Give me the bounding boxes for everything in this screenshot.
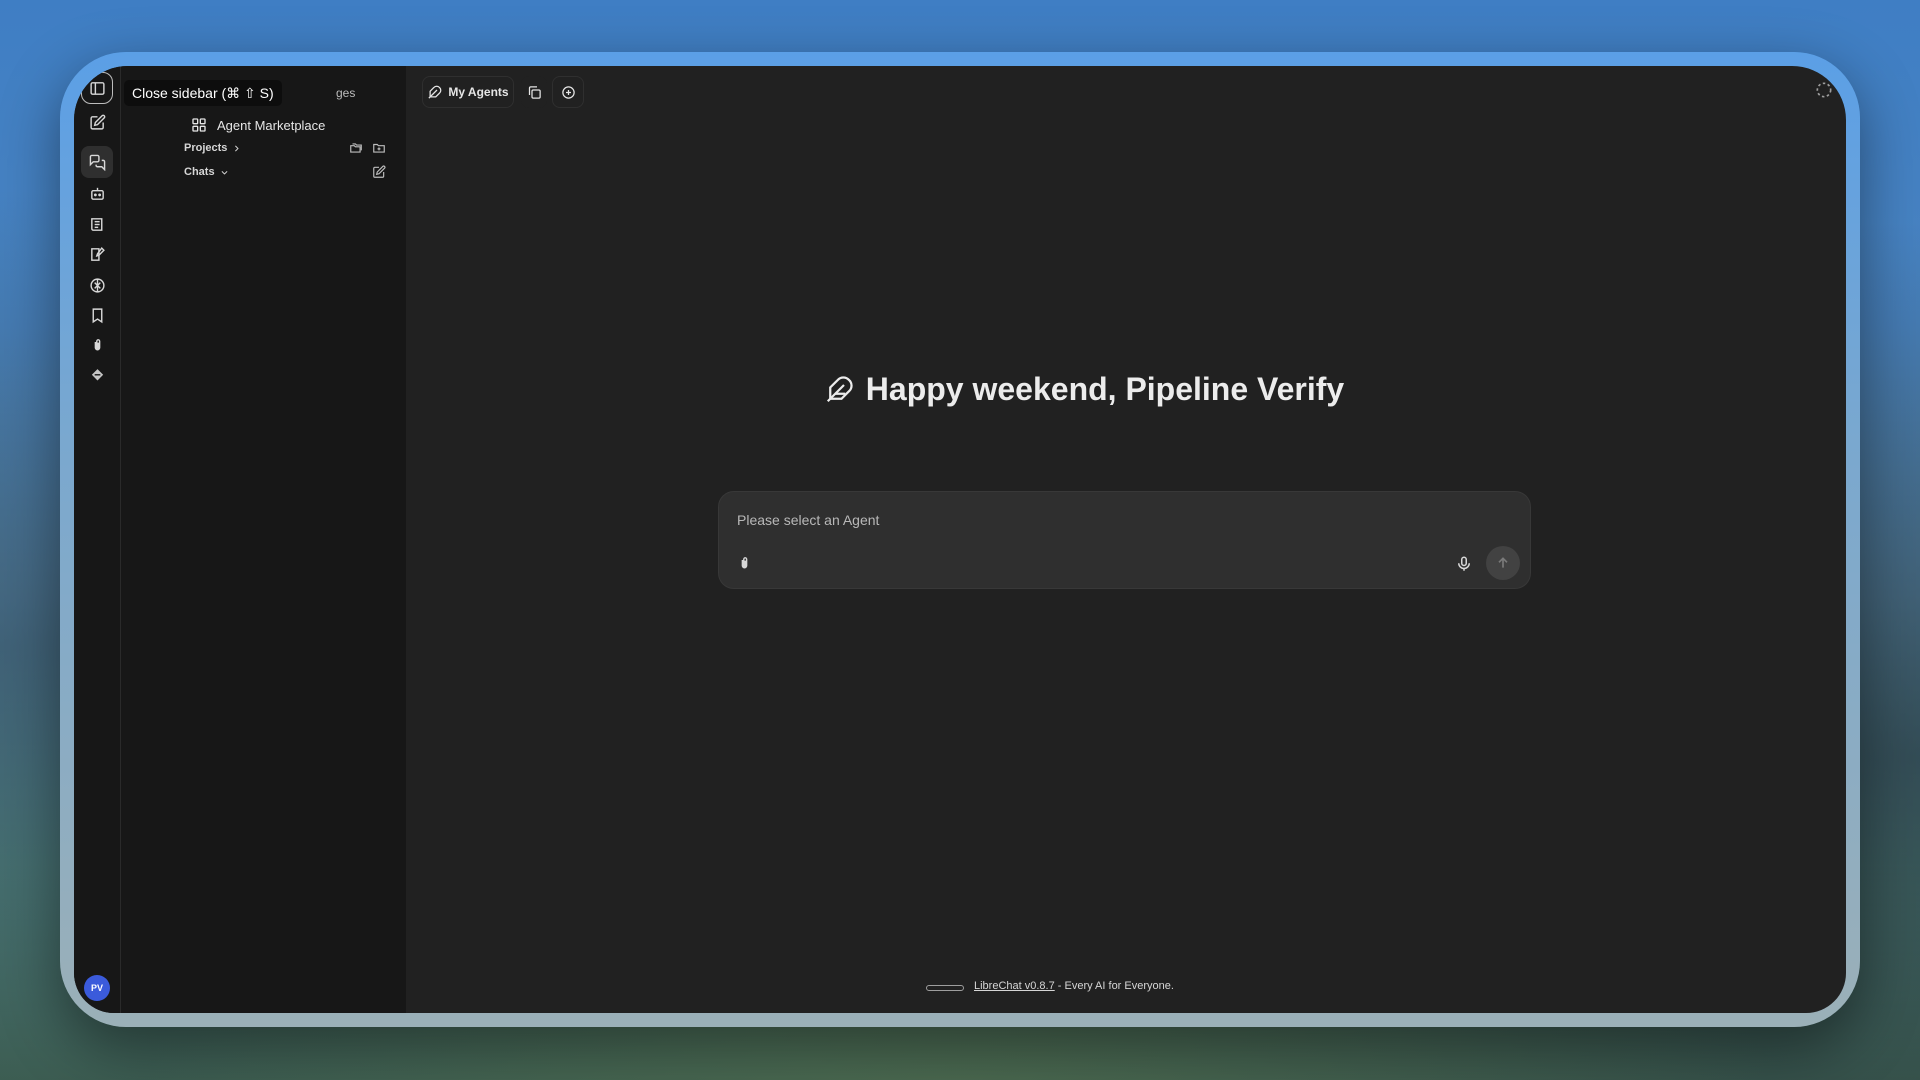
chats-icon — [89, 154, 105, 171]
microphone-icon — [1458, 556, 1470, 571]
device-frame: PV ges Agent Marketplace Projects Chats — [60, 52, 1860, 1027]
edit-icon — [373, 165, 386, 178]
message-input[interactable] — [737, 508, 1497, 532]
open-projects-button[interactable] — [347, 139, 365, 157]
avatar-initials: PV — [90, 983, 103, 993]
projects-label: Projects — [184, 142, 228, 154]
copy-icon — [528, 85, 541, 99]
home-indicator — [926, 985, 964, 991]
folders-icon — [350, 143, 362, 153]
attach-files-icon — [94, 338, 100, 350]
my-agents-label: My Agents — [448, 85, 509, 99]
plugins-nav-button[interactable] — [81, 359, 113, 391]
mcp-nav-button[interactable] — [81, 269, 113, 301]
arrow-up-icon — [1498, 557, 1508, 568]
new-chat-button[interactable] — [81, 106, 113, 138]
agents-icon — [90, 187, 104, 200]
agents-nav-button[interactable] — [81, 177, 113, 209]
greeting: Happy weekend, Pipeline Verify — [714, 371, 1454, 408]
new-chat-small-button[interactable] — [370, 163, 388, 181]
bookmarks-nav-button[interactable] — [81, 299, 113, 331]
feather-icon — [826, 375, 853, 402]
plus-circle-icon — [561, 85, 575, 99]
my-agents-button[interactable]: My Agents — [422, 76, 514, 108]
feather-icon — [428, 85, 442, 99]
chats-label: Chats — [184, 166, 215, 178]
side-panel: ges Agent Marketplace Projects Chats — [121, 66, 406, 1013]
plugins-icon — [91, 368, 103, 380]
new-project-button[interactable] — [370, 139, 388, 157]
new-chat-icon — [89, 114, 105, 130]
close-sidebar-tooltip: Close sidebar (⌘ ⇧ S) — [124, 80, 282, 106]
footer: LibreChat v0.8.7 - Every AI for Everyone… — [974, 980, 1354, 992]
files-nav-button[interactable] — [81, 329, 113, 361]
version-link[interactable]: LibreChat v0.8.7 — [974, 980, 1055, 992]
attach-button[interactable] — [733, 552, 755, 574]
chats-nav-button[interactable] — [81, 146, 113, 178]
folder-plus-icon — [373, 143, 385, 153]
panel-tab-label[interactable]: ges — [336, 86, 355, 100]
footer-tagline: - Every AI for Everyone. — [1054, 980, 1174, 992]
user-avatar[interactable]: PV — [84, 975, 110, 1001]
copy-button[interactable] — [521, 76, 547, 108]
bookmarks-icon — [92, 307, 102, 323]
voice-input-button[interactable] — [1452, 552, 1476, 576]
icon-rail: PV — [74, 66, 121, 1013]
mcp-icon — [89, 277, 105, 293]
grid-icon — [192, 118, 206, 132]
projects-section-toggle[interactable]: Projects — [184, 142, 241, 154]
chats-section-toggle[interactable]: Chats — [184, 166, 229, 178]
app-window: PV ges Agent Marketplace Projects Chats — [74, 66, 1846, 1013]
prompts-nav-button[interactable] — [81, 208, 113, 240]
memories-icon — [90, 246, 105, 261]
chevron-right-icon — [235, 145, 240, 151]
chevron-down-icon — [221, 170, 228, 175]
chat-composer — [718, 491, 1531, 589]
agent-marketplace-label: Agent Marketplace — [217, 117, 326, 133]
new-conversation-button[interactable] — [552, 76, 584, 108]
sidebar-toggle-button[interactable] — [81, 72, 113, 104]
greeting-text: Happy weekend, Pipeline Verify — [865, 371, 1345, 407]
memories-nav-button[interactable] — [81, 238, 113, 270]
loading-icon — [1816, 82, 1832, 98]
agent-marketplace-link[interactable]: Agent Marketplace — [191, 110, 325, 140]
paperclip-icon — [741, 556, 747, 568]
prompts-icon — [90, 217, 102, 231]
sidebar-toggle-icon — [89, 81, 105, 95]
send-button[interactable] — [1486, 546, 1520, 580]
